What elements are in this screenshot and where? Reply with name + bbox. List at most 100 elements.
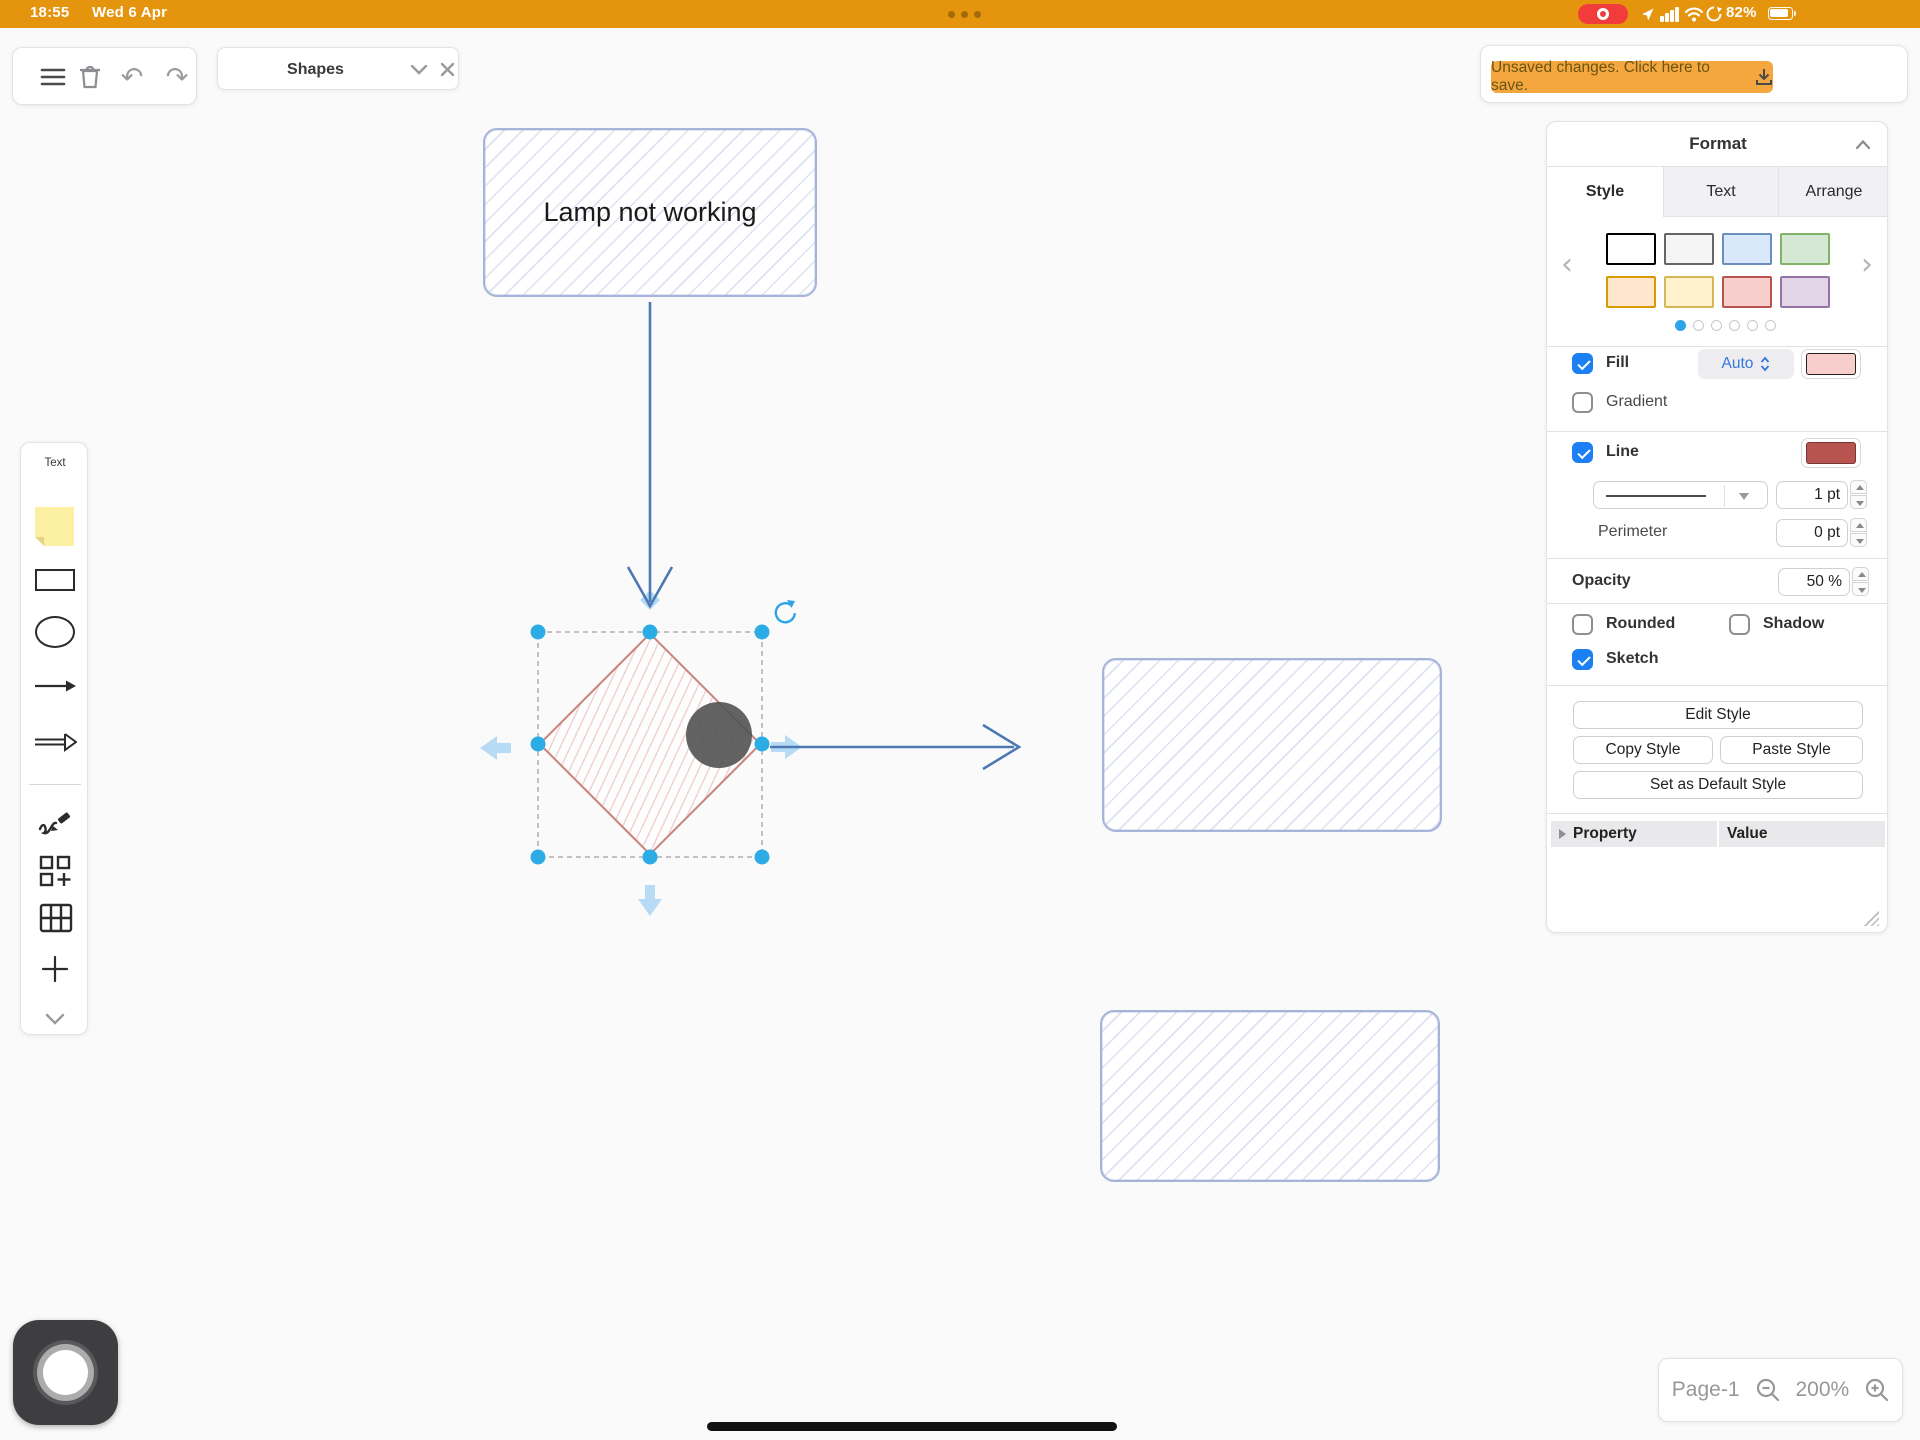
- tab-style[interactable]: Style: [1547, 167, 1664, 217]
- style-preset-swatch[interactable]: [1722, 276, 1772, 308]
- edit-style-button[interactable]: Edit Style: [1573, 701, 1863, 729]
- perimeter-label: Perimeter: [1598, 523, 1668, 540]
- expand-triangle-icon[interactable]: [1559, 829, 1566, 839]
- menu-button[interactable]: [35, 48, 71, 106]
- shape-diamond-selected[interactable]: [538, 632, 762, 856]
- style-preset-swatch[interactable]: [1606, 233, 1656, 265]
- line-width-stepper[interactable]: [1850, 480, 1867, 510]
- perimeter-input[interactable]: 0 pt: [1776, 519, 1848, 547]
- freehand-tool[interactable]: [38, 805, 74, 837]
- nudge-down-arrow[interactable]: [638, 885, 662, 916]
- preset-page-dot[interactable]: [1729, 320, 1740, 331]
- zoom-in-icon[interactable]: [1865, 1378, 1889, 1402]
- multitask-dots[interactable]: [961, 11, 968, 18]
- tab-arrange[interactable]: Arrange: [1779, 167, 1887, 217]
- property-column-header[interactable]: Property: [1551, 821, 1717, 847]
- home-indicator[interactable]: [707, 1422, 1117, 1431]
- perimeter-stepper[interactable]: [1850, 518, 1867, 548]
- select-chevrons-icon: [1761, 356, 1770, 372]
- format-panel-header: Format: [1547, 122, 1887, 167]
- record-ring-icon: [43, 1350, 88, 1395]
- preset-page-dot[interactable]: [1675, 320, 1686, 331]
- copy-style-button[interactable]: Copy Style: [1573, 736, 1713, 764]
- sticky-note-tool[interactable]: [35, 507, 74, 546]
- fill-color-button[interactable]: [1801, 349, 1861, 379]
- palette-collapse-chevron-icon[interactable]: [45, 1013, 65, 1025]
- page-name[interactable]: Page-1: [1672, 1378, 1740, 1402]
- shadow-checkbox[interactable]: [1729, 614, 1750, 635]
- record-icon: [1597, 8, 1609, 20]
- assistive-touch-button[interactable]: [13, 1320, 118, 1425]
- handle-nw[interactable]: [530, 624, 546, 640]
- shape-rectangle-right[interactable]: [1102, 658, 1442, 832]
- rectangle-tool[interactable]: [35, 569, 75, 591]
- screen-recording-indicator[interactable]: [1578, 4, 1628, 24]
- style-preset-swatch[interactable]: [1722, 233, 1772, 265]
- multitask-dots[interactable]: [948, 11, 955, 18]
- undo-button[interactable]: ↶: [113, 48, 151, 106]
- connector-right-arrowhead: [982, 723, 1022, 771]
- format-panel: Format Style Text Arrange ‹ › Fill Auto: [1546, 121, 1888, 933]
- nudge-left-arrow[interactable]: [480, 736, 511, 760]
- chevron-down-icon[interactable]: [410, 64, 428, 76]
- rounded-label: Rounded: [1606, 615, 1676, 632]
- gradient-checkbox[interactable]: [1572, 392, 1593, 413]
- gradient-label: Gradient: [1606, 393, 1668, 410]
- value-column-header[interactable]: Value: [1719, 821, 1885, 847]
- sketch-checkbox[interactable]: [1572, 649, 1593, 670]
- handle-se[interactable]: [754, 849, 770, 865]
- more-shapes-tool[interactable]: [39, 855, 73, 889]
- style-preset-swatch[interactable]: [1780, 233, 1830, 265]
- tab-text[interactable]: Text: [1664, 167, 1779, 217]
- set-default-style-button[interactable]: Set as Default Style: [1573, 771, 1863, 799]
- preset-page-dot[interactable]: [1693, 320, 1704, 331]
- opacity-stepper[interactable]: [1852, 567, 1869, 597]
- arrow-tool[interactable]: [33, 677, 77, 695]
- style-preset-swatch[interactable]: [1664, 233, 1714, 265]
- shape-rectangle-bottom[interactable]: [1100, 1010, 1440, 1182]
- rounded-checkbox[interactable]: [1572, 614, 1593, 635]
- table-tool[interactable]: [39, 903, 73, 933]
- style-preset-swatch[interactable]: [1780, 276, 1830, 308]
- redo-icon: ↷: [165, 61, 189, 93]
- bidirectional-arrow-tool[interactable]: [33, 732, 77, 752]
- preset-page-dot[interactable]: [1765, 320, 1776, 331]
- opacity-label: Opacity: [1572, 572, 1631, 589]
- opacity-input[interactable]: 50 %: [1778, 568, 1850, 596]
- preset-page-dot[interactable]: [1747, 320, 1758, 331]
- handle-sw[interactable]: [530, 849, 546, 865]
- zoom-level[interactable]: 200%: [1796, 1378, 1850, 1402]
- dropdown-arrow-icon: [1739, 493, 1749, 500]
- text-tool[interactable]: Text: [21, 457, 89, 469]
- rotate-handle-icon[interactable]: [774, 600, 796, 624]
- style-preset-swatch[interactable]: [1606, 276, 1656, 308]
- style-preset-swatch[interactable]: [1664, 276, 1714, 308]
- collapse-panel-icon[interactable]: [1855, 139, 1871, 150]
- line-style-dropdown[interactable]: [1593, 481, 1768, 509]
- handle-ne[interactable]: [754, 624, 770, 640]
- nudge-right-arrow[interactable]: [771, 735, 802, 759]
- fill-checkbox[interactable]: [1572, 353, 1593, 374]
- presets-next-icon[interactable]: ›: [1861, 250, 1873, 280]
- redo-button[interactable]: ↷: [158, 48, 196, 106]
- line-width-input[interactable]: 1 pt: [1776, 481, 1848, 509]
- line-checkbox[interactable]: [1572, 442, 1593, 463]
- unsaved-changes-button[interactable]: Unsaved changes. Click here to save.: [1491, 59, 1773, 94]
- delete-button[interactable]: [73, 48, 107, 106]
- shapes-dropdown[interactable]: Shapes: [217, 47, 459, 90]
- battery-icon: [1768, 7, 1796, 21]
- fill-color-chip: [1806, 353, 1856, 375]
- add-shape-button[interactable]: [41, 955, 69, 983]
- paste-style-button[interactable]: Paste Style: [1720, 736, 1863, 764]
- line-color-button[interactable]: [1801, 438, 1861, 468]
- shape-lamp-not-working[interactable]: Lamp not working: [483, 128, 817, 297]
- presets-prev-icon[interactable]: ‹: [1561, 250, 1573, 280]
- fill-mode-select[interactable]: Auto: [1698, 349, 1794, 379]
- panel-resize-grip[interactable]: [1863, 910, 1879, 926]
- ellipse-tool[interactable]: [35, 616, 75, 648]
- sketch-label: Sketch: [1606, 650, 1659, 667]
- close-icon[interactable]: [440, 62, 455, 77]
- zoom-out-icon[interactable]: [1756, 1378, 1780, 1402]
- multitask-dots[interactable]: [974, 11, 981, 18]
- preset-page-dot[interactable]: [1711, 320, 1722, 331]
